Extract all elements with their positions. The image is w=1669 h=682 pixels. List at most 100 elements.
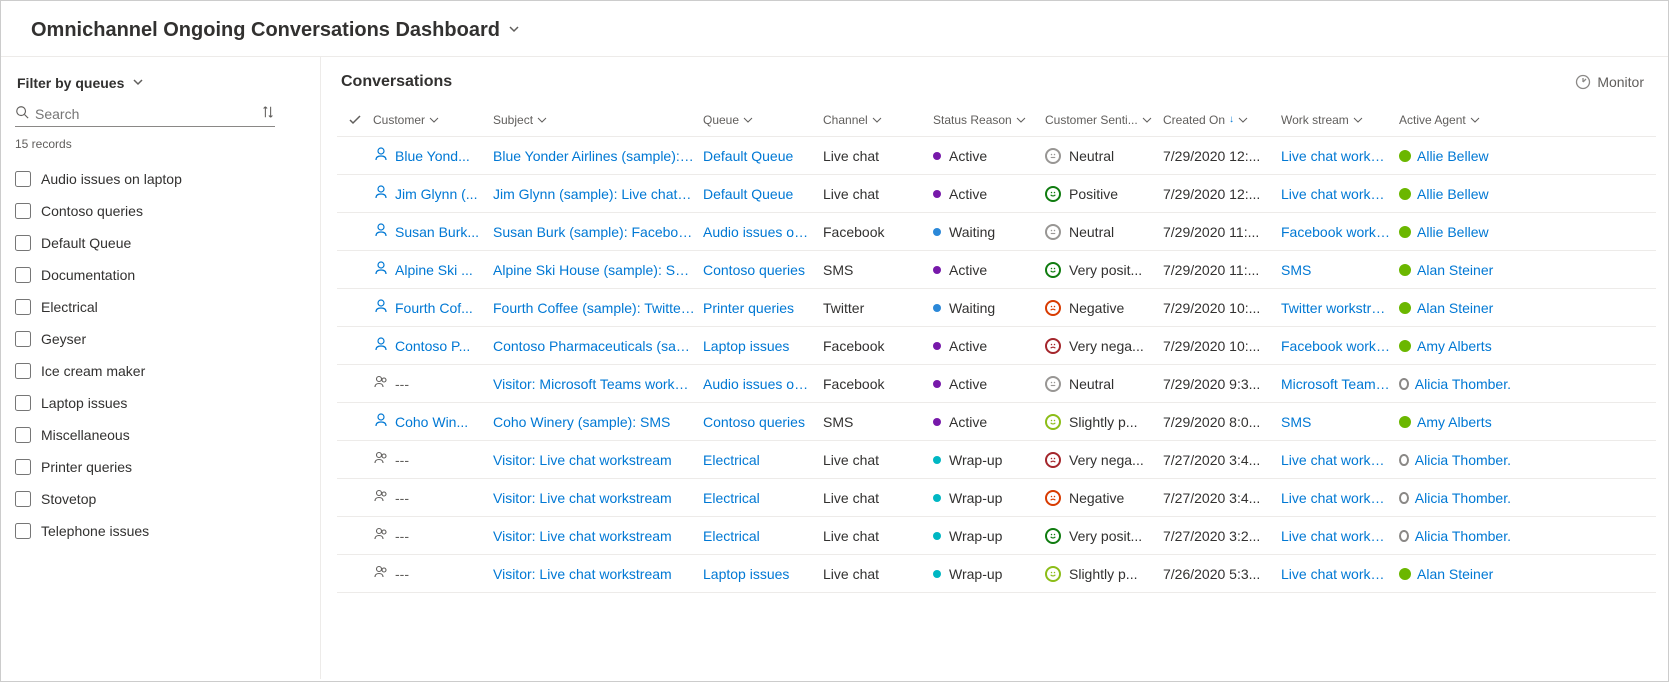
queue-item[interactable]: Audio issues on laptop	[15, 163, 306, 195]
queue-checkbox[interactable]	[15, 363, 31, 379]
queue-item[interactable]: Stovetop	[15, 483, 306, 515]
table-row[interactable]: ---Visitor: Microsoft Teams workstreanAu…	[337, 365, 1656, 403]
customer-link[interactable]: ---	[373, 488, 493, 507]
queue-item[interactable]: Miscellaneous	[15, 419, 306, 451]
table-row[interactable]: ---Visitor: Live chat workstreamElectric…	[337, 479, 1656, 517]
agent-link[interactable]: Allie Bellew	[1399, 148, 1519, 164]
customer-link[interactable]: ---	[373, 374, 493, 393]
chevron-down-icon[interactable]	[132, 76, 144, 91]
subject-link[interactable]: Fourth Coffee (sample): Twitter wor	[493, 300, 703, 316]
col-channel[interactable]: Channel	[823, 113, 933, 127]
queue-link[interactable]: Audio issues on lap	[703, 224, 823, 240]
customer-link[interactable]: Fourth Cof...	[373, 298, 493, 317]
queue-checkbox[interactable]	[15, 459, 31, 475]
col-agent[interactable]: Active Agent	[1399, 113, 1519, 127]
workstream-link[interactable]: SMS	[1281, 262, 1399, 278]
agent-link[interactable]: Amy Alberts	[1399, 414, 1519, 430]
queue-checkbox[interactable]	[15, 171, 31, 187]
queue-checkbox[interactable]	[15, 203, 31, 219]
queue-checkbox[interactable]	[15, 395, 31, 411]
queue-link[interactable]: Electrical	[703, 490, 823, 506]
customer-link[interactable]: Contoso P...	[373, 336, 493, 355]
workstream-link[interactable]: Twitter workstream	[1281, 300, 1399, 316]
subject-link[interactable]: Visitor: Live chat workstream	[493, 490, 703, 506]
search-input[interactable]	[35, 106, 261, 122]
agent-link[interactable]: Alicia Thomber.	[1399, 452, 1519, 468]
table-row[interactable]: Coho Win...Coho Winery (sample): SMSCont…	[337, 403, 1656, 441]
workstream-link[interactable]: Live chat workstrea	[1281, 490, 1399, 506]
table-row[interactable]: Blue Yond...Blue Yonder Airlines (sample…	[337, 137, 1656, 175]
table-row[interactable]: Jim Glynn (...Jim Glynn (sample): Live c…	[337, 175, 1656, 213]
customer-link[interactable]: Alpine Ski ...	[373, 260, 493, 279]
customer-link[interactable]: ---	[373, 450, 493, 469]
queue-link[interactable]: Audio issues on lap	[703, 376, 823, 392]
col-queue[interactable]: Queue	[703, 113, 823, 127]
workstream-link[interactable]: Microsoft Teams w	[1281, 376, 1399, 392]
agent-link[interactable]: Allie Bellew	[1399, 224, 1519, 240]
queue-link[interactable]: Laptop issues	[703, 566, 823, 582]
table-row[interactable]: Contoso P...Contoso Pharmaceuticals (sam…	[337, 327, 1656, 365]
queue-link[interactable]: Printer queries	[703, 300, 823, 316]
queue-link[interactable]: Default Queue	[703, 148, 823, 164]
sort-swap-icon[interactable]	[261, 105, 275, 122]
col-workstream[interactable]: Work stream	[1281, 113, 1399, 127]
agent-link[interactable]: Alicia Thomber.	[1399, 376, 1519, 392]
workstream-link[interactable]: Live chat workstrea	[1281, 186, 1399, 202]
customer-link[interactable]: Blue Yond...	[373, 146, 493, 165]
customer-link[interactable]: ---	[373, 526, 493, 545]
queue-item[interactable]: Geyser	[15, 323, 306, 355]
subject-link[interactable]: Contoso Pharmaceuticals (sample):	[493, 338, 703, 354]
agent-link[interactable]: Alan Steiner	[1399, 300, 1519, 316]
subject-link[interactable]: Susan Burk (sample): Facebook wor	[493, 224, 703, 240]
workstream-link[interactable]: Live chat workstrea	[1281, 452, 1399, 468]
queue-checkbox[interactable]	[15, 427, 31, 443]
agent-link[interactable]: Alan Steiner	[1399, 262, 1519, 278]
queue-item[interactable]: Electrical	[15, 291, 306, 323]
subject-link[interactable]: Visitor: Microsoft Teams workstrean	[493, 376, 703, 392]
customer-link[interactable]: ---	[373, 564, 493, 583]
queue-item[interactable]: Ice cream maker	[15, 355, 306, 387]
queue-checkbox[interactable]	[15, 235, 31, 251]
chevron-down-icon[interactable]	[508, 23, 520, 38]
agent-link[interactable]: Alicia Thomber.	[1399, 528, 1519, 544]
table-row[interactable]: Fourth Cof...Fourth Coffee (sample): Twi…	[337, 289, 1656, 327]
queue-item[interactable]: Telephone issues	[15, 515, 306, 547]
workstream-link[interactable]: Live chat workstrea	[1281, 148, 1399, 164]
queue-link[interactable]: Contoso queries	[703, 262, 823, 278]
subject-link[interactable]: Blue Yonder Airlines (sample): Live c	[493, 148, 703, 164]
agent-link[interactable]: Allie Bellew	[1399, 186, 1519, 202]
table-row[interactable]: ---Visitor: Live chat workstreamElectric…	[337, 441, 1656, 479]
queue-link[interactable]: Laptop issues	[703, 338, 823, 354]
customer-link[interactable]: Susan Burk...	[373, 222, 493, 241]
queue-item[interactable]: Contoso queries	[15, 195, 306, 227]
table-row[interactable]: ---Visitor: Live chat workstreamElectric…	[337, 517, 1656, 555]
queue-item[interactable]: Default Queue	[15, 227, 306, 259]
subject-link[interactable]: Jim Glynn (sample): Live chat works	[493, 186, 703, 202]
queue-checkbox[interactable]	[15, 267, 31, 283]
workstream-link[interactable]: Facebook workstre	[1281, 224, 1399, 240]
subject-link[interactable]: Visitor: Live chat workstream	[493, 528, 703, 544]
col-customer[interactable]: Customer	[373, 113, 493, 127]
agent-link[interactable]: Alicia Thomber.	[1399, 490, 1519, 506]
col-status[interactable]: Status Reason	[933, 113, 1045, 127]
workstream-link[interactable]: Live chat workstrea	[1281, 528, 1399, 544]
col-sentiment[interactable]: Customer Senti...	[1045, 113, 1163, 127]
table-row[interactable]: Alpine Ski ...Alpine Ski House (sample):…	[337, 251, 1656, 289]
queue-item[interactable]: Printer queries	[15, 451, 306, 483]
queue-item[interactable]: Laptop issues	[15, 387, 306, 419]
queue-checkbox[interactable]	[15, 299, 31, 315]
workstream-link[interactable]: Facebook workstre	[1281, 338, 1399, 354]
queue-checkbox[interactable]	[15, 491, 31, 507]
agent-link[interactable]: Amy Alberts	[1399, 338, 1519, 354]
queue-link[interactable]: Default Queue	[703, 186, 823, 202]
queue-link[interactable]: Electrical	[703, 528, 823, 544]
col-subject[interactable]: Subject	[493, 113, 703, 127]
queue-link[interactable]: Electrical	[703, 452, 823, 468]
subject-link[interactable]: Alpine Ski House (sample): SMS	[493, 262, 703, 278]
col-created[interactable]: Created On ↓	[1163, 113, 1281, 127]
customer-link[interactable]: Coho Win...	[373, 412, 493, 431]
queue-checkbox[interactable]	[15, 523, 31, 539]
queue-item[interactable]: Documentation	[15, 259, 306, 291]
queue-checkbox[interactable]	[15, 331, 31, 347]
queue-link[interactable]: Contoso queries	[703, 414, 823, 430]
